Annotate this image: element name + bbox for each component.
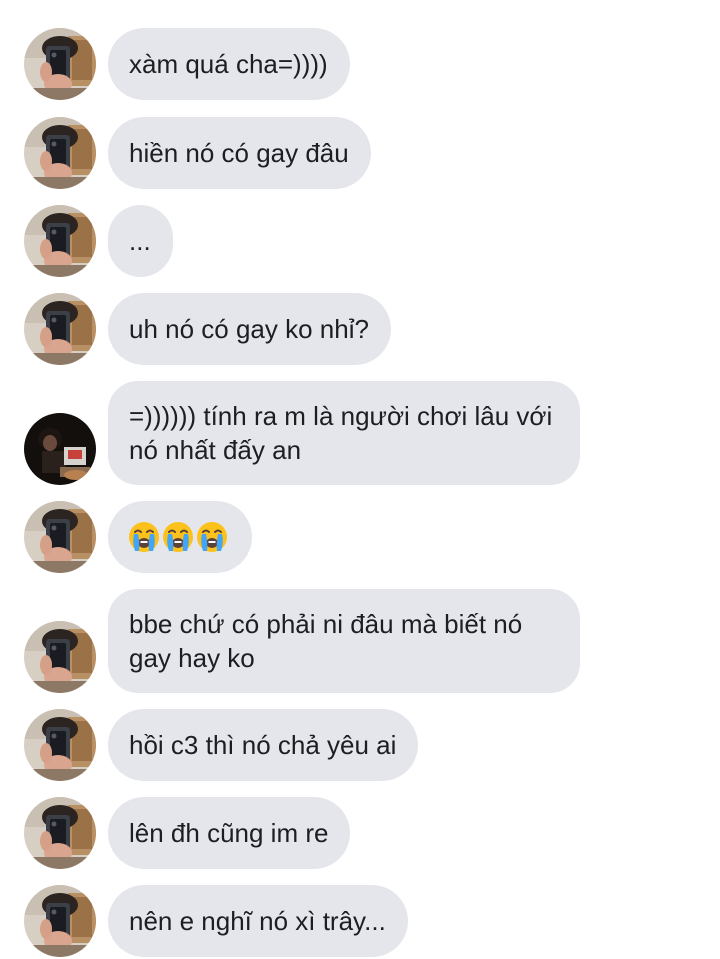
- message-text: =)))))) tính ra m là người chơi lâu với …: [129, 401, 553, 465]
- loudly-crying-face-icon: [196, 521, 228, 561]
- message-bubble[interactable]: =)))))) tính ra m là người chơi lâu với …: [108, 381, 580, 485]
- loudly-crying-face-icon: [162, 521, 194, 561]
- loudly-crying-face-icon: [128, 521, 160, 561]
- message-text: uh nó có gay ko nhỉ?: [129, 314, 369, 344]
- message-text: hồi c3 thì nó chả yêu ai: [129, 730, 397, 760]
- friend-avatar[interactable]: [24, 205, 96, 277]
- message-text: lên đh cũng im re: [129, 818, 329, 848]
- message-bubble[interactable]: hiền nó có gay đâu: [108, 117, 371, 189]
- message-bubble[interactable]: bbe chứ có phải ni đâu mà biết nó gay ha…: [108, 589, 580, 693]
- friend-avatar[interactable]: [24, 797, 96, 869]
- message-bubble[interactable]: uh nó có gay ko nhỉ?: [108, 293, 391, 365]
- message-text: xàm quá cha=)))): [129, 49, 328, 79]
- message-bubble[interactable]: ...: [108, 205, 173, 277]
- friend-avatar[interactable]: [24, 28, 96, 100]
- friend-avatar[interactable]: [24, 885, 96, 957]
- other-avatar[interactable]: [24, 413, 96, 485]
- message-text: nên e nghĩ nó xì trây...: [129, 906, 386, 936]
- message-text: bbe chứ có phải ni đâu mà biết nó gay ha…: [129, 609, 523, 673]
- message-bubble[interactable]: [108, 501, 252, 573]
- message-bubble[interactable]: nên e nghĩ nó xì trây...: [108, 885, 408, 957]
- friend-avatar[interactable]: [24, 501, 96, 573]
- friend-avatar[interactable]: [24, 709, 96, 781]
- message-bubble[interactable]: hồi c3 thì nó chả yêu ai: [108, 709, 419, 781]
- message-thread: xàm quá cha=)))) hiền nó có gay đâu ... …: [0, 0, 720, 959]
- friend-avatar[interactable]: [24, 293, 96, 365]
- message-bubble[interactable]: xàm quá cha=)))): [108, 28, 350, 100]
- message-bubble[interactable]: lên đh cũng im re: [108, 797, 351, 869]
- friend-avatar[interactable]: [24, 621, 96, 693]
- message-text: ...: [129, 226, 151, 256]
- message-text: hiền nó có gay đâu: [129, 138, 349, 168]
- friend-avatar[interactable]: [24, 117, 96, 189]
